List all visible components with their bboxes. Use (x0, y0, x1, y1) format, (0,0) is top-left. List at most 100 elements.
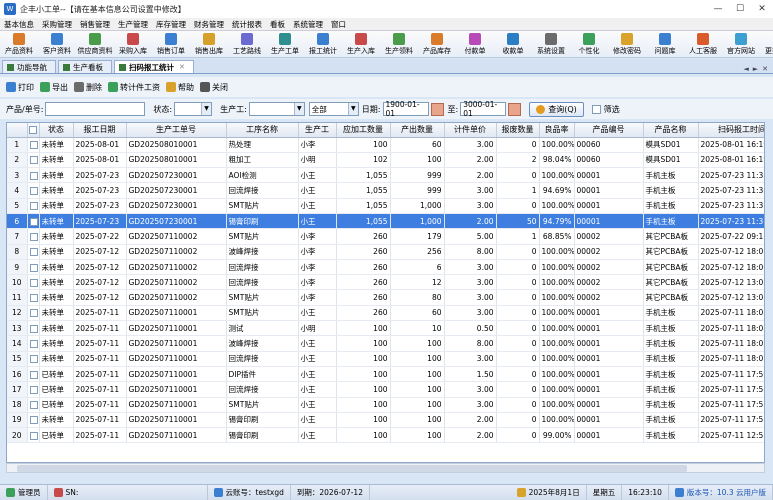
date-to-input[interactable]: 3000-01-01 (460, 100, 507, 118)
scrollbar-thumb[interactable] (17, 465, 687, 472)
toolbar-button[interactable]: 销售订单 (152, 31, 190, 57)
range-select[interactable]: 全部 ▼ (308, 102, 359, 116)
toolbar-button[interactable]: 系统设置 (532, 31, 570, 57)
toolbar-button[interactable]: 工艺路线 (228, 31, 266, 57)
close-window-button[interactable]: ✕ (751, 0, 773, 18)
table-row[interactable]: 3 未转单 2025-07-23 GD202507230001 AOI检测 小王 1,055… (7, 167, 764, 184)
action-button[interactable]: 打印 (6, 82, 34, 93)
row-checkbox[interactable] (27, 259, 40, 276)
toolbar-button[interactable]: 更换皮肤 (760, 31, 773, 57)
table-row[interactable]: 14 未转单 2025-07-11 GD202507110001 波峰焊接 小王 100 10… (7, 335, 764, 352)
row-checkbox[interactable] (27, 289, 40, 306)
action-button[interactable]: 转计件工资 (108, 82, 160, 93)
table-row[interactable]: 7 未转单 2025-07-22 GD202507110002 SMT贴片 小李 260 17… (7, 228, 764, 245)
table-row[interactable]: 9 未转单 2025-07-12 GD202507110002 回流焊接 小李 260 6 3.… (7, 259, 764, 276)
toolbar-button[interactable]: 收款单 (494, 31, 532, 57)
table-row[interactable]: 18 已转单 2025-07-11 GD202507110001 SMT贴片 小王 100 1… (7, 397, 764, 413)
menu-item[interactable]: 采购管理 (38, 19, 76, 30)
table-row[interactable]: 1 未转单 2025-08-01 GD202508010001 热处理 小李 100 60 3.… (7, 137, 764, 153)
table-row[interactable]: 16 已转单 2025-07-11 GD202507110001 DIP插件 小王 100 1… (7, 366, 764, 383)
row-checkbox[interactable] (27, 137, 40, 153)
toolbar-button[interactable]: 报工统计 (304, 31, 342, 57)
horizontal-scrollbar[interactable] (6, 463, 765, 473)
row-checkbox[interactable] (27, 167, 40, 184)
toolbar-button[interactable]: 采购入库 (114, 31, 152, 57)
row-checkbox[interactable] (27, 351, 40, 367)
tab-scroll-right-icon[interactable]: ► (751, 65, 760, 73)
table-row[interactable]: 10 未转单 2025-07-12 GD202507110002 回流焊接 小李 260 12… (7, 274, 764, 291)
row-checkbox[interactable] (27, 274, 40, 291)
tab-item[interactable]: 功能导航 (2, 60, 56, 73)
action-button[interactable]: 导出 (40, 82, 68, 93)
tab-item[interactable]: 生产看板 (58, 60, 112, 73)
maximize-button[interactable]: ☐ (729, 0, 751, 18)
table-row[interactable]: 12 未转单 2025-07-11 GD202507110001 SMT贴片 小王 260 6… (7, 305, 764, 322)
toolbar-button[interactable]: 产品库存 (418, 31, 456, 57)
table-row[interactable]: 2 未转单 2025-08-01 GD202508010001 粗加工 小明 102 100 2… (7, 152, 764, 169)
menu-item[interactable]: 看板 (266, 19, 289, 30)
toolbar-button[interactable]: 付款单 (456, 31, 494, 57)
toolbar-button[interactable]: 销售出库 (190, 31, 228, 57)
row-checkbox[interactable] (27, 213, 40, 230)
product-input[interactable] (45, 102, 146, 116)
calendar-icon[interactable] (508, 102, 522, 116)
tab-scroll-left-icon[interactable]: ◄ (741, 65, 750, 73)
toolbar-button[interactable]: 个性化 (570, 31, 608, 57)
row-checkbox[interactable] (27, 244, 40, 260)
menu-item[interactable]: 系统管理 (289, 19, 327, 30)
action-button[interactable]: 删除 (74, 82, 102, 93)
toolbar-button[interactable]: 客户资料 (38, 31, 76, 57)
row-checkbox[interactable] (27, 366, 40, 383)
menu-item[interactable]: 窗口 (327, 19, 350, 30)
table-row[interactable]: 5 未转单 2025-07-23 GD202507230001 SMT贴片 小王 1,055… (7, 198, 764, 214)
toolbar-button[interactable]: 官方网站 (722, 31, 760, 57)
header-checkbox[interactable] (27, 123, 40, 138)
menu-item[interactable]: 统计报表 (228, 19, 266, 30)
toolbar-button[interactable]: 修改密码 (608, 31, 646, 57)
status-select[interactable]: ▼ (174, 102, 213, 116)
calendar-icon[interactable] (430, 102, 444, 116)
menu-item[interactable]: 财务管理 (190, 19, 228, 30)
table-row[interactable]: 19 未转单 2025-07-11 GD202507110001 锡膏印刷 小王 100 10… (7, 412, 764, 429)
row-checkbox[interactable] (27, 152, 40, 169)
row-checkbox[interactable] (27, 228, 40, 245)
row-checkbox[interactable] (27, 427, 40, 444)
menu-item[interactable]: 生产管理 (114, 19, 152, 30)
query-button[interactable]: 查询(Q) (529, 101, 584, 117)
toolbar-button[interactable]: 生产入库 (342, 31, 380, 57)
row-checkbox[interactable] (27, 182, 40, 199)
filter-checkbox[interactable] (591, 104, 601, 114)
close-icon[interactable]: ✕ (179, 63, 185, 71)
row-checkbox[interactable] (27, 320, 40, 337)
menu-item[interactable]: 库存管理 (152, 19, 190, 30)
table-row[interactable]: 13 未转单 2025-07-11 GD202507110001 测试 小明 100 10 0.… (7, 320, 764, 337)
toolbar-button[interactable]: 生产领料 (380, 31, 418, 57)
minimize-button[interactable]: — (707, 0, 729, 18)
row-checkbox[interactable] (27, 397, 40, 413)
action-button[interactable]: 帮助 (166, 82, 194, 93)
table-row[interactable]: 15 未转单 2025-07-11 GD202507110001 回流焊接 小王 100 10… (7, 351, 764, 367)
table-row[interactable]: 11 未转单 2025-07-12 GD202507110002 SMT贴片 小李 260 8… (7, 289, 764, 306)
action-button[interactable]: 关闭 (200, 82, 228, 93)
table-row[interactable]: 20 已转单 2025-07-11 GD202507110001 锡膏印刷 小王 100 10… (7, 427, 764, 444)
toolbar-button[interactable]: 供应商资料 (76, 31, 114, 57)
row-checkbox[interactable] (27, 305, 40, 322)
toolbar-button[interactable]: 产品资料 (0, 31, 38, 57)
menu-item[interactable]: 基本信息 (0, 19, 38, 30)
table-row[interactable]: 17 已转单 2025-07-11 GD202507110001 回流焊接 小王 100 10… (7, 381, 764, 398)
tab-close-icon[interactable]: ✕ (760, 65, 770, 73)
table-row[interactable]: 8 未转单 2025-07-12 GD202507110002 波峰焊接 小李 260 256… (7, 244, 764, 260)
toolbar-button[interactable]: 人工客服 (684, 31, 722, 57)
menu-item[interactable]: 销售管理 (76, 19, 114, 30)
row-checkbox[interactable] (27, 335, 40, 352)
toolbar-button[interactable]: 问题库 (646, 31, 684, 57)
table-row[interactable]: 6 未转单 2025-07-23 GD202507230001 锡膏印刷 小王 1,055 1… (7, 213, 764, 230)
table-row[interactable]: 4 未转单 2025-07-23 GD202507230001 回流焊接 小王 1,055 9… (7, 182, 764, 199)
date-from-input[interactable]: 1900-01-01 (382, 100, 429, 118)
tab-item[interactable]: 扫码报工统计 ✕ (114, 60, 194, 73)
worker-select[interactable]: ▼ (248, 102, 305, 116)
row-checkbox[interactable] (27, 412, 40, 429)
row-checkbox[interactable] (27, 381, 40, 398)
row-checkbox[interactable] (27, 198, 40, 214)
toolbar-button[interactable]: 生产工单 (266, 31, 304, 57)
